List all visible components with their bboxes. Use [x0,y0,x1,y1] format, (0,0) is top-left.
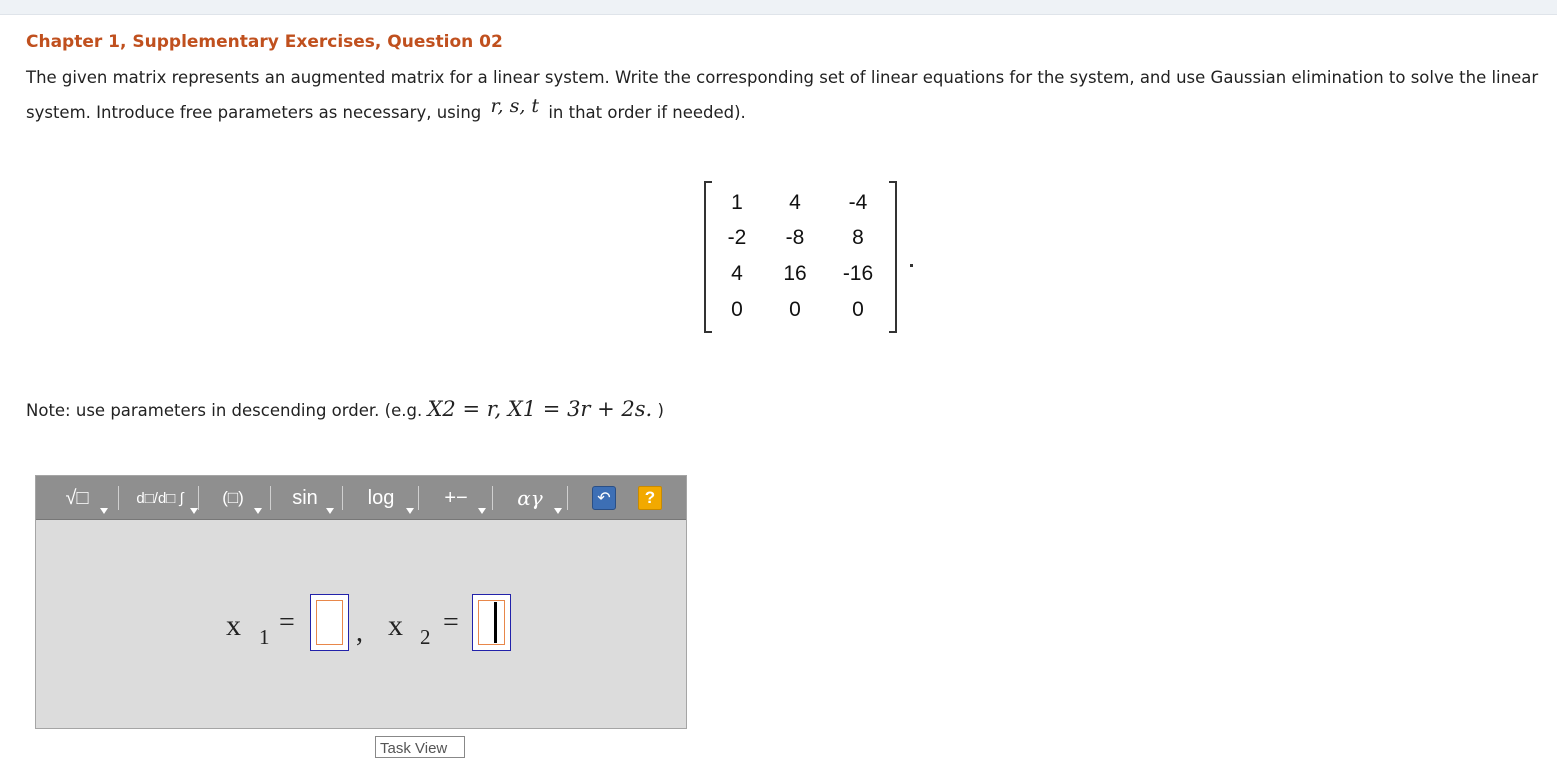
matrix-cell: 4 [731,262,743,285]
log-icon: log [367,486,395,509]
matrix-cell: 16 [783,262,807,285]
toolbar-divider [270,486,271,510]
parameter-note: Note: use parameters in descending order… [26,397,664,421]
chevron-down-icon [100,508,108,514]
chevron-down-icon [406,508,414,514]
greek-icon: αγ [517,486,543,510]
matrix-cell: 4 [789,191,801,214]
equals-sign: = [279,607,295,638]
equation-editor[interactable]: √□ d□/d□ ∫ (□) sin log +− αγ ↶ ? x 1 = ,… [35,475,687,729]
chevron-down-icon [254,508,262,514]
chevron-down-icon [190,508,198,514]
undo-button[interactable]: ↶ [592,486,616,510]
matrix-right-bracket [889,181,897,333]
toolbar-divider [342,486,343,510]
note-close: ) [657,401,664,420]
question-title: Chapter 1, Supplementary Exercises, Ques… [26,32,503,52]
equals-sign: = [443,607,459,638]
derivative-template-icon: d□/d□ ∫ [136,489,184,507]
top-bar [0,0,1557,15]
toolbar-divider [492,486,493,510]
parameter-list: r, s, t [490,95,540,117]
chevron-down-icon [478,508,486,514]
note-text: Note: use parameters in descending order… [26,401,423,420]
templates-menu[interactable]: √□ [48,482,108,514]
toolbar-divider [118,486,119,510]
comma: , [356,617,363,648]
trig-menu[interactable]: sin [278,482,334,514]
trig-icon: sin [292,486,318,509]
matrix-cell: 0 [789,298,801,321]
note-example: X2 = r, X1 = 3r + 2s. [427,397,653,421]
operators-menu[interactable]: +− [428,482,486,514]
matrix-cell: 8 [852,226,864,249]
bracket-template-icon: (□) [222,488,244,507]
x2-placeholder-box [478,600,505,645]
editor-toolbar: √□ d□/d□ ∫ (□) sin log +− αγ ↶ ? [36,476,686,520]
plus-minus-icon: +− [444,486,468,509]
greek-menu[interactable]: αγ [500,482,562,514]
brackets-menu[interactable]: (□) [206,482,262,514]
undo-icon: ↶ [597,488,611,507]
answer-area[interactable]: x 1 = , x 2 = [36,521,686,728]
sqrt-template-icon: √□ [65,486,89,509]
calculus-menu[interactable]: d□/d□ ∫ [124,482,198,514]
matrix-cell: 0 [852,298,864,321]
toolbar-divider [567,486,568,510]
matrix-cell: -4 [848,191,868,214]
x1-placeholder-box [316,600,343,645]
augmented-matrix: 1 4 -4 -2 -8 8 4 16 -16 0 0 0 [704,181,897,333]
matrix-cell: -2 [727,226,747,249]
x2-answer-input[interactable] [472,594,511,651]
chevron-down-icon [326,508,334,514]
var-x2: x [388,609,403,642]
x1-answer-input[interactable] [310,594,349,651]
matrix-cell: 1 [731,191,743,214]
matrix-period [910,264,913,267]
help-button[interactable]: ? [638,486,662,510]
chevron-down-icon [554,508,562,514]
log-menu[interactable]: log [350,482,414,514]
help-icon: ? [644,488,656,507]
matrix-cell: -8 [785,226,805,249]
var-x1-subscript: 1 [259,625,270,649]
question-prompt: The given matrix represents an augmented… [26,61,1551,130]
toolbar-divider [198,486,199,510]
text-cursor [494,602,497,643]
matrix-cell: 0 [731,298,743,321]
var-x2-subscript: 2 [420,625,431,649]
matrix-cell: -16 [842,262,874,285]
var-x1: x [226,609,241,642]
prompt-text: The given matrix represents an augmented… [26,68,1539,122]
prompt-text-end: in that order if needed). [548,103,746,122]
toolbar-divider [418,486,419,510]
